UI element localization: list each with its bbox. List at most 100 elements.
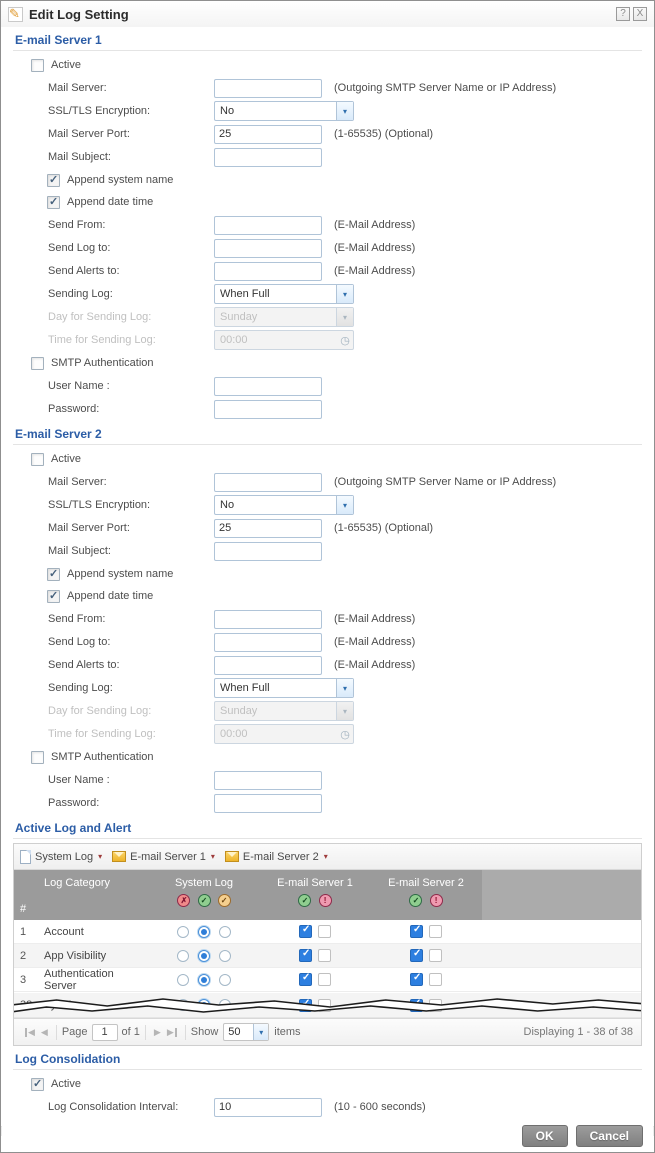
server1-day-label: Day for Sending Log: xyxy=(48,311,214,323)
server2-port-input[interactable] xyxy=(214,519,322,538)
server2-alert-checkbox[interactable] xyxy=(429,925,442,938)
server1-active-checkbox[interactable] xyxy=(31,59,44,72)
server1-append-date-label: Append date time xyxy=(67,196,153,208)
server1-ssl-dropdown[interactable]: No ▾ xyxy=(214,101,354,121)
chevron-down-icon[interactable]: ▾ xyxy=(336,679,353,697)
system-log-disable-radio[interactable] xyxy=(177,974,189,986)
exclamation-badge-icon[interactable]: ! xyxy=(319,894,332,907)
column-header-num[interactable]: # xyxy=(14,870,36,920)
server2-append-system-checkbox[interactable] xyxy=(47,568,60,581)
server1-log-checkbox[interactable] xyxy=(299,973,312,986)
server1-alert-checkbox[interactable] xyxy=(318,973,331,986)
server1-sending-log-dropdown[interactable]: When Full ▾ xyxy=(214,284,354,304)
system-log-alert-radio[interactable] xyxy=(219,950,231,962)
server1-port-input[interactable] xyxy=(214,125,322,144)
server1-append-date-checkbox[interactable] xyxy=(47,196,60,209)
first-page-button[interactable]: ◀ xyxy=(25,1027,35,1038)
server1-alert-checkbox[interactable] xyxy=(318,949,331,962)
edit-pencil-icon xyxy=(8,7,23,22)
log-category-grid: System Log ▾ E-mail Server 1 ▾ E-mail Se… xyxy=(13,843,642,1046)
envelope-icon xyxy=(225,851,239,862)
prev-page-button[interactable]: ◀ xyxy=(41,1027,48,1038)
chevron-down-icon[interactable]: ▾ xyxy=(336,102,353,120)
next-page-button[interactable]: ▶ xyxy=(154,1027,161,1038)
exclamation-badge-icon[interactable]: ! xyxy=(430,894,443,907)
column-header-email-server-2[interactable]: E-mail Server 2 ✓ ! xyxy=(370,870,482,920)
server2-send-alerts-label: Send Alerts to: xyxy=(48,659,214,671)
server2-subject-input[interactable] xyxy=(214,542,322,561)
help-button[interactable]: ? xyxy=(616,7,630,21)
server1-port-hint: (1-65535) (Optional) xyxy=(334,128,433,140)
server2-log-checkbox[interactable] xyxy=(410,925,423,938)
server2-send-alerts-input[interactable] xyxy=(214,656,322,675)
system-log-disable-radio[interactable] xyxy=(177,950,189,962)
chevron-down-icon[interactable]: ▾ xyxy=(336,285,353,303)
cross-badge-icon[interactable]: ✗ xyxy=(177,894,190,907)
chevron-down-icon[interactable]: ▾ xyxy=(253,1024,268,1040)
server2-username-input[interactable] xyxy=(214,771,322,790)
server1-send-log-input[interactable] xyxy=(214,239,322,258)
cancel-button[interactable]: Cancel xyxy=(576,1125,643,1147)
server2-alert-checkbox[interactable] xyxy=(429,949,442,962)
email-server-1-menu-button[interactable]: E-mail Server 1 ▾ xyxy=(112,851,215,863)
system-log-log-radio[interactable] xyxy=(198,974,210,986)
system-log-disable-radio[interactable] xyxy=(177,926,189,938)
server1-subject-input[interactable] xyxy=(214,148,322,167)
check-badge-orange-icon[interactable]: ✓ xyxy=(218,894,231,907)
server1-time-label: Time for Sending Log: xyxy=(48,334,214,346)
server1-username-input[interactable] xyxy=(214,377,322,396)
server2-log-checkbox[interactable] xyxy=(410,949,423,962)
consolidation-active-checkbox[interactable] xyxy=(31,1078,44,1091)
server2-append-date-checkbox[interactable] xyxy=(47,590,60,603)
server1-send-from-input[interactable] xyxy=(214,216,322,235)
check-badge-icon[interactable]: ✓ xyxy=(409,894,422,907)
system-log-menu-button[interactable]: System Log ▾ xyxy=(20,850,102,864)
server2-ssl-value: No xyxy=(215,499,336,511)
system-log-log-radio[interactable] xyxy=(198,926,210,938)
server2-send-log-label: Send Log to: xyxy=(48,636,214,648)
server2-send-log-input[interactable] xyxy=(214,633,322,652)
server2-password-input[interactable] xyxy=(214,794,322,813)
chevron-down-icon[interactable]: ▾ xyxy=(336,496,353,514)
server2-send-from-input[interactable] xyxy=(214,610,322,629)
system-log-alert-radio[interactable] xyxy=(219,926,231,938)
server2-send-alerts-hint: (E-Mail Address) xyxy=(334,659,415,671)
column-header-system-log[interactable]: System Log ✗ ✓ ✓ xyxy=(148,870,260,920)
server2-log-checkbox[interactable] xyxy=(410,973,423,986)
column-header-email-server-1[interactable]: E-mail Server 1 ✓ ! xyxy=(260,870,370,920)
server2-active-checkbox[interactable] xyxy=(31,453,44,466)
server1-append-system-label: Append system name xyxy=(67,174,173,186)
page-label: Page xyxy=(62,1026,88,1038)
server1-smtp-auth-checkbox[interactable] xyxy=(31,357,44,370)
server2-alert-checkbox[interactable] xyxy=(429,973,442,986)
server2-sending-log-dropdown[interactable]: When Full ▾ xyxy=(214,678,354,698)
system-log-log-radio[interactable] xyxy=(198,950,210,962)
email-server-2-menu-button[interactable]: E-mail Server 2 ▾ xyxy=(225,851,328,863)
server2-port-label: Mail Server Port: xyxy=(48,522,214,534)
page-input[interactable] xyxy=(92,1024,118,1041)
page-size-dropdown[interactable]: 50 ▾ xyxy=(223,1023,269,1041)
server1-log-checkbox[interactable] xyxy=(299,925,312,938)
server2-append-system-label: Append system name xyxy=(67,568,173,580)
check-badge-icon[interactable]: ✓ xyxy=(298,894,311,907)
check-badge-icon[interactable]: ✓ xyxy=(198,894,211,907)
column-header-category[interactable]: Log Category xyxy=(36,870,148,920)
server2-active-label: Active xyxy=(51,453,81,465)
close-button[interactable]: X xyxy=(633,7,647,21)
system-log-alert-radio[interactable] xyxy=(219,974,231,986)
server1-log-checkbox[interactable] xyxy=(299,949,312,962)
ok-button[interactable]: OK xyxy=(522,1125,568,1147)
server1-append-system-checkbox[interactable] xyxy=(47,174,60,187)
last-page-button[interactable]: ▶ xyxy=(167,1027,177,1038)
grid-header: # Log Category System Log ✗ ✓ ✓ E-mail S… xyxy=(14,870,641,920)
log-consolidation-heading: Log Consolidation xyxy=(13,1046,642,1070)
server1-password-input[interactable] xyxy=(214,400,322,419)
server1-mail-server-input[interactable] xyxy=(214,79,322,98)
server2-ssl-dropdown[interactable]: No ▾ xyxy=(214,495,354,515)
consolidation-interval-input[interactable] xyxy=(214,1098,322,1117)
server2-smtp-auth-checkbox[interactable] xyxy=(31,751,44,764)
server1-send-alerts-input[interactable] xyxy=(214,262,322,281)
server1-alert-checkbox[interactable] xyxy=(318,925,331,938)
envelope-icon xyxy=(112,851,126,862)
server2-mail-server-input[interactable] xyxy=(214,473,322,492)
